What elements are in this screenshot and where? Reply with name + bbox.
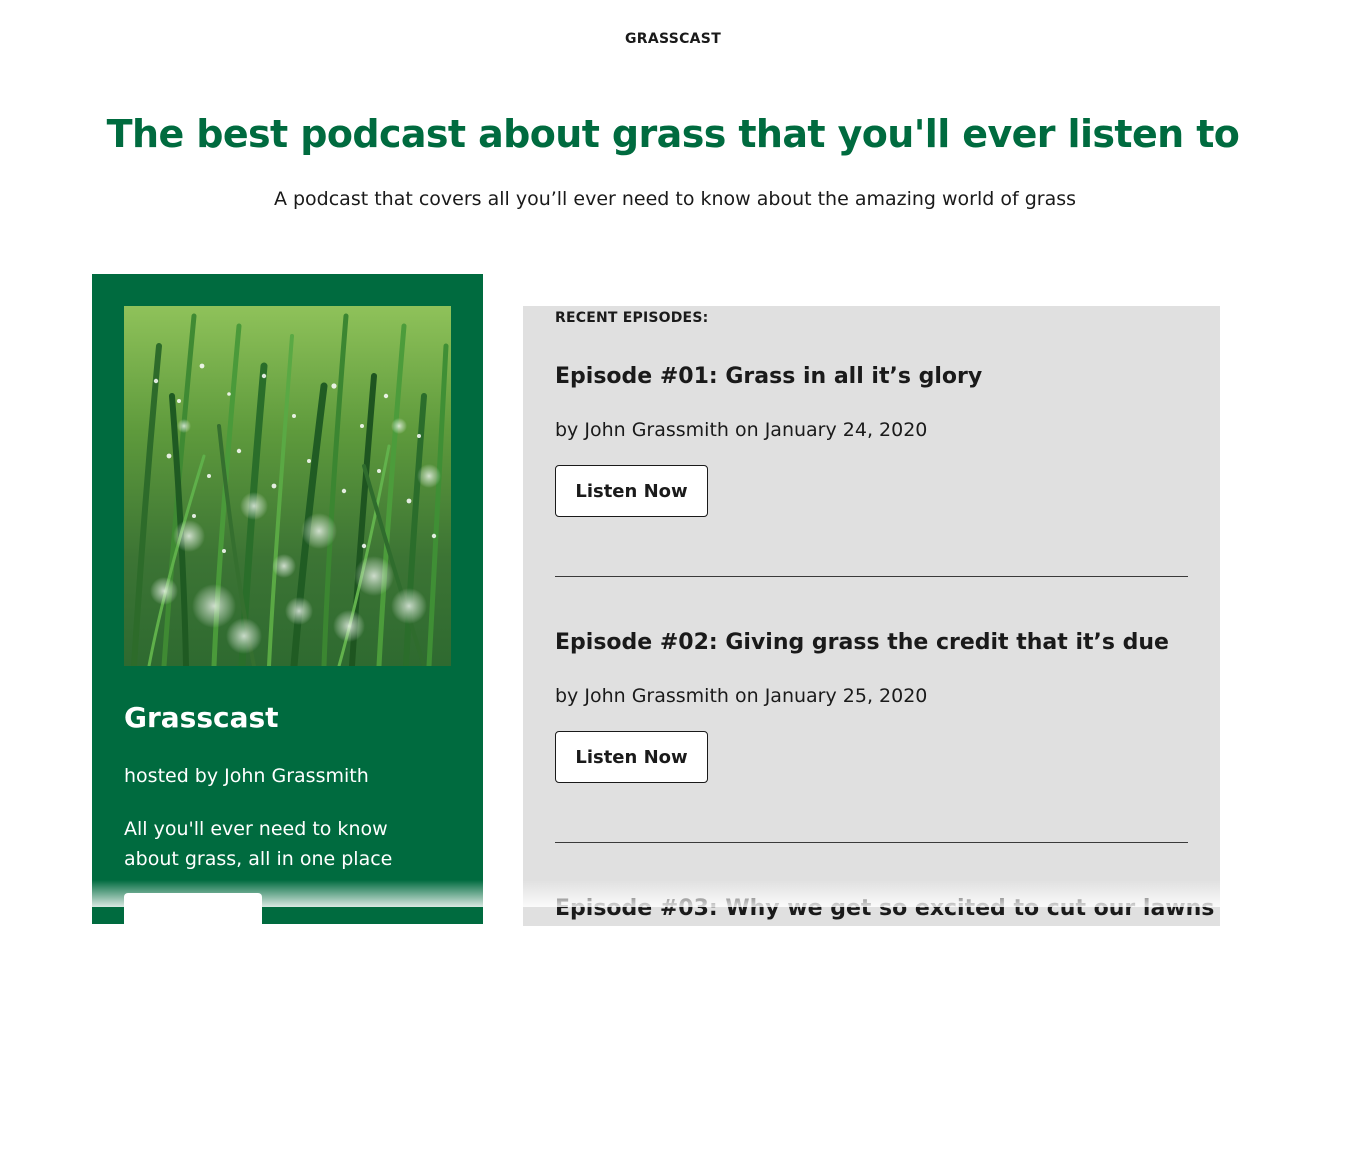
- episode-title[interactable]: Episode #03: Why we get so excited to cu…: [555, 896, 1214, 921]
- site-brand[interactable]: GRASSCAST: [0, 31, 1346, 47]
- recent-episodes-panel: RECENT EPISODES: Episode #01: Grass in a…: [523, 306, 1220, 926]
- recent-episodes-label: RECENT EPISODES:: [555, 310, 709, 326]
- podcast-cover-image: [124, 306, 451, 666]
- site-header: GRASSCAST: [0, 0, 1346, 80]
- podcast-host: hosted by John Grassmith: [124, 765, 369, 787]
- episode-divider: [555, 842, 1188, 843]
- episode-title[interactable]: Episode #02: Giving grass the credit tha…: [555, 630, 1169, 655]
- listen-now-button[interactable]: Listen Now: [555, 731, 708, 783]
- episode-meta: by John Grassmith on January 24, 2020: [555, 419, 928, 441]
- podcast-card: Grasscast hosted by John Grassmith All y…: [92, 274, 483, 933]
- podcast-title: Grasscast: [124, 701, 279, 734]
- listen-now-button[interactable]: Listen Now: [555, 465, 708, 517]
- hero-title: The best podcast about grass that you'll…: [106, 112, 1240, 156]
- episode-item: Episode #03: Why we get so excited to cu…: [555, 896, 1214, 1162]
- episode-item: Episode #01: Grass in all it’s glory by …: [555, 364, 1188, 630]
- episode-item: Episode #02: Giving grass the credit tha…: [555, 630, 1188, 896]
- podcast-cta-button[interactable]: [124, 893, 262, 933]
- episode-meta: by John Grassmith on January 25, 2020: [555, 685, 928, 707]
- episode-title[interactable]: Episode #01: Grass in all it’s glory: [555, 364, 982, 389]
- hero-subtitle: A podcast that covers all you’ll ever ne…: [273, 188, 1077, 210]
- episode-divider: [555, 576, 1188, 577]
- podcast-description: All you'll ever need to know about grass…: [124, 818, 393, 870]
